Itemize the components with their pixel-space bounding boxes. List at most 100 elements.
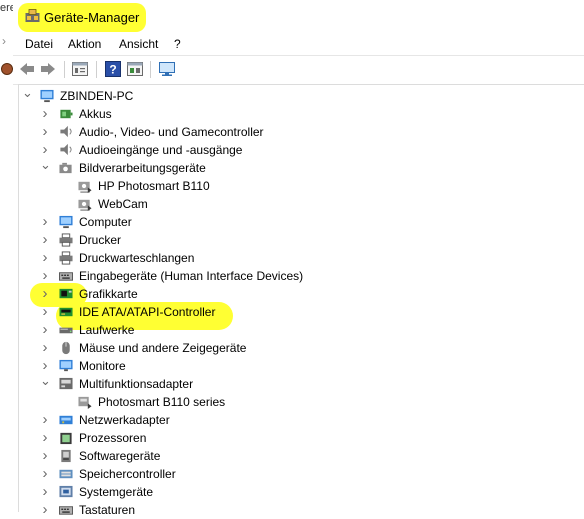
battery-icon bbox=[60, 109, 73, 119]
device-manager-icon bbox=[25, 9, 40, 22]
tree-item-label: Drucker bbox=[79, 233, 122, 247]
tree-item[interactable]: ⌄ Multifunktionsadapter bbox=[0, 374, 584, 393]
tree-item-label: Bildverarbeitungsgeräte bbox=[79, 161, 206, 175]
title-bar[interactable]: Geräte-Manager bbox=[13, 0, 584, 34]
chevron-down-icon[interactable]: ⌄ bbox=[40, 374, 51, 393]
tree-item-label: Monitore bbox=[79, 359, 126, 373]
storage-controller-icon bbox=[59, 469, 73, 479]
tree-item-label: Eingabegeräte (Human Interface Devices) bbox=[79, 269, 304, 283]
tree-item-label: Speichercontroller bbox=[79, 467, 176, 481]
chevron-right-icon[interactable]: › bbox=[40, 465, 50, 483]
tree-item[interactable]: ⌄ Bildverarbeitungsgeräte bbox=[0, 158, 584, 177]
tree-item[interactable]: › Drucker bbox=[0, 231, 584, 249]
chevron-right-icon[interactable]: › bbox=[40, 411, 50, 429]
speaker-icon bbox=[60, 125, 72, 138]
tree-item[interactable]: › IDE ATA/ATAPI-Controller bbox=[0, 303, 584, 321]
window-title: Geräte-Manager bbox=[44, 10, 140, 25]
printer-icon bbox=[59, 251, 73, 265]
network-adapter-icon bbox=[59, 415, 73, 425]
tree-item[interactable]: › Monitore bbox=[0, 357, 584, 375]
monitor-scan-icon[interactable] bbox=[158, 61, 176, 77]
tree-item[interactable]: › Eingabegeräte (Human Interface Devices) bbox=[0, 267, 584, 285]
camera-device-icon bbox=[78, 181, 92, 193]
tree-item-label: Photosmart B110 series bbox=[98, 395, 226, 409]
system-device-icon bbox=[59, 485, 73, 498]
chevron-right-icon[interactable]: › bbox=[40, 501, 50, 519]
menu-aktion[interactable]: Aktion bbox=[68, 37, 101, 51]
toolbar-separator bbox=[64, 61, 65, 78]
tree-item-label: IDE ATA/ATAPI-Controller bbox=[79, 305, 216, 319]
tree-item[interactable]: › Systemgeräte bbox=[0, 483, 584, 501]
back-icon[interactable] bbox=[18, 61, 36, 77]
tree-item[interactable]: › Mäuse und andere Zeigegeräte bbox=[0, 339, 584, 357]
multifunction-device-icon bbox=[78, 396, 92, 409]
tree-item[interactable]: › Computer bbox=[0, 213, 584, 231]
keyboard-icon bbox=[59, 272, 73, 281]
chevron-right-icon[interactable]: › bbox=[40, 447, 50, 465]
computer-icon bbox=[59, 215, 73, 229]
tree-child-item[interactable]: WebCam bbox=[0, 195, 584, 213]
menu-datei[interactable]: Datei bbox=[25, 37, 53, 51]
chevron-right-icon[interactable]: › bbox=[40, 303, 50, 321]
tree-child-item[interactable]: HP Photosmart B110 bbox=[0, 177, 584, 195]
chevron-right-icon[interactable]: › bbox=[40, 231, 50, 249]
tree-item[interactable]: › Netzwerkadapter bbox=[0, 411, 584, 429]
chevron-right-icon[interactable]: › bbox=[40, 105, 50, 123]
display-adapter-icon bbox=[59, 288, 73, 299]
tree-item[interactable]: › Druckwarteschlangen bbox=[0, 249, 584, 267]
tree-child-item[interactable]: Photosmart B110 series bbox=[0, 393, 584, 411]
tree-item[interactable]: › Prozessoren bbox=[0, 429, 584, 447]
chevron-right-icon[interactable]: › bbox=[40, 123, 50, 141]
chevron-right-icon[interactable]: › bbox=[40, 249, 50, 267]
speaker-icon bbox=[60, 143, 72, 156]
tree-item-label: Audioeingänge und -ausgänge bbox=[79, 143, 243, 157]
tree-item[interactable]: › Audioeingänge und -ausgänge bbox=[0, 141, 584, 159]
tree-item-label: Systemgeräte bbox=[79, 485, 154, 499]
printer-icon bbox=[59, 233, 73, 247]
properties-icon[interactable] bbox=[71, 61, 89, 77]
tree-item-label: Druckwarteschlangen bbox=[79, 251, 195, 265]
tree-item[interactable]: › Softwaregeräte bbox=[0, 447, 584, 465]
tree-item[interactable]: › Tastaturen bbox=[0, 501, 584, 519]
tree-item[interactable]: › Speichercontroller bbox=[0, 465, 584, 483]
chevron-right-icon[interactable]: › bbox=[40, 321, 50, 339]
tree-item[interactable]: › Akkus bbox=[0, 105, 584, 123]
help-icon[interactable]: ? bbox=[104, 61, 122, 77]
tree-item-label: Grafikkarte bbox=[79, 287, 138, 301]
app-icon bbox=[1, 63, 13, 75]
software-device-icon bbox=[61, 449, 71, 463]
chevron-down-icon[interactable]: ⌄ bbox=[40, 158, 51, 177]
tree-item-label: ZBINDEN-PC bbox=[60, 89, 134, 103]
forward-icon[interactable] bbox=[39, 61, 57, 77]
tree-item-label: Tastaturen bbox=[79, 503, 136, 517]
tree-item-label: Computer bbox=[79, 215, 132, 229]
tree-item-label: Netzwerkadapter bbox=[79, 413, 170, 427]
menu-ansicht[interactable]: Ansicht bbox=[119, 37, 158, 51]
mouse-icon bbox=[62, 341, 70, 355]
tree-item[interactable]: › Grafikkarte bbox=[0, 285, 584, 303]
monitor-icon bbox=[59, 359, 73, 372]
chevron-down-icon[interactable]: ⌄ bbox=[22, 86, 33, 105]
ide-controller-icon bbox=[59, 307, 73, 317]
chevron-right-icon[interactable]: › bbox=[40, 285, 50, 303]
chevron-right-icon: › bbox=[2, 34, 6, 48]
view-icon[interactable] bbox=[126, 61, 144, 77]
processor-icon bbox=[60, 432, 72, 445]
tree-item[interactable]: › Audio-, Video- und Gamecontroller bbox=[0, 123, 584, 141]
multifunction-icon bbox=[59, 377, 73, 390]
tree-item-label: Akkus bbox=[79, 107, 112, 121]
chevron-right-icon[interactable]: › bbox=[40, 267, 50, 285]
chevron-right-icon[interactable]: › bbox=[40, 483, 50, 501]
svg-text:?: ? bbox=[109, 63, 116, 77]
chevron-right-icon[interactable]: › bbox=[40, 213, 50, 231]
tree-root-zbinden-pc[interactable]: ⌄ ZBINDEN-PC bbox=[0, 86, 584, 105]
menu-help[interactable]: ? bbox=[174, 37, 181, 51]
disk-drive-icon bbox=[59, 327, 73, 334]
tree-item[interactable]: › Laufwerke bbox=[0, 321, 584, 339]
toolbar-separator bbox=[96, 61, 97, 78]
keyboard-icon bbox=[59, 506, 73, 515]
tree-item-label: Mäuse und andere Zeigegeräte bbox=[79, 341, 247, 355]
camera-device-icon bbox=[78, 199, 92, 211]
chevron-right-icon[interactable]: › bbox=[40, 339, 50, 357]
chevron-right-icon[interactable]: › bbox=[40, 429, 50, 447]
